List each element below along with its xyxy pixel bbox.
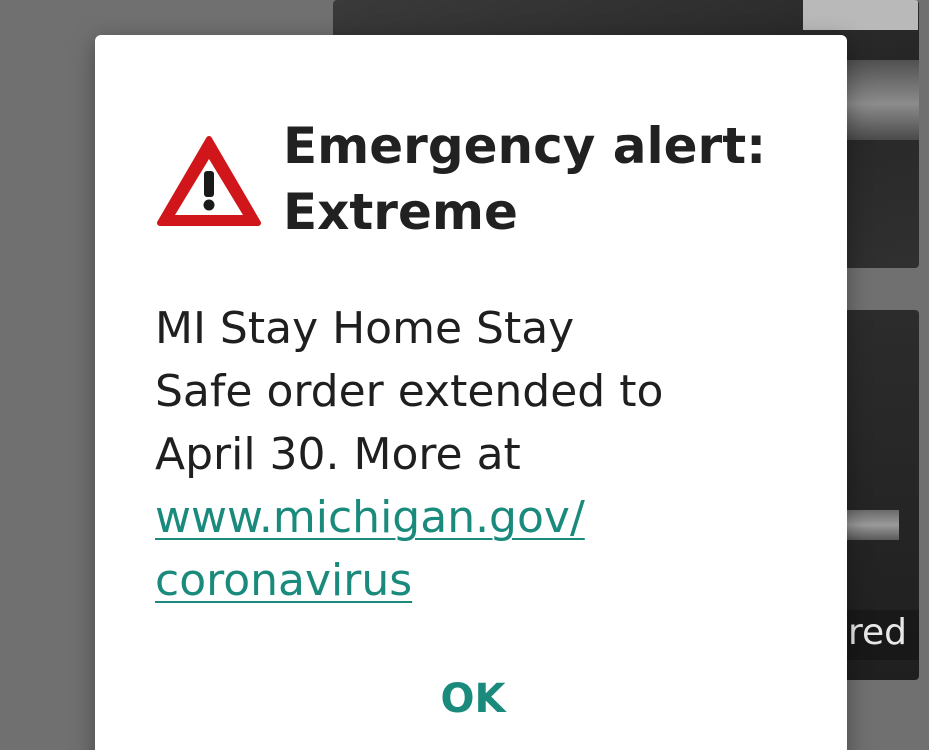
background-label-strip [803, 0, 918, 30]
dialog-title-line2: Extreme [283, 183, 518, 241]
coronavirus-info-link[interactable]: www.michigan.gov/coronavirus [155, 492, 585, 606]
dialog-message: MI Stay Home Stay Safe order extended to… [155, 297, 675, 612]
ok-button[interactable]: OK [405, 667, 541, 731]
link-text-line1: www.michigan.gov/ [155, 492, 585, 543]
dialog-message-text: MI Stay Home Stay Safe order extended to… [155, 303, 664, 480]
background-caption-text: red [848, 612, 908, 653]
background-device-slot [839, 510, 899, 540]
dialog-title: Emergency alert: Extreme [283, 113, 803, 245]
link-text-line2: coronavirus [155, 555, 413, 606]
emergency-alert-dialog: Emergency alert: Extreme MI Stay Home St… [95, 35, 847, 750]
dialog-header: Emergency alert: Extreme [155, 113, 815, 253]
warning-triangle-icon [157, 136, 261, 226]
dialog-title-line1: Emergency alert: [283, 117, 767, 175]
